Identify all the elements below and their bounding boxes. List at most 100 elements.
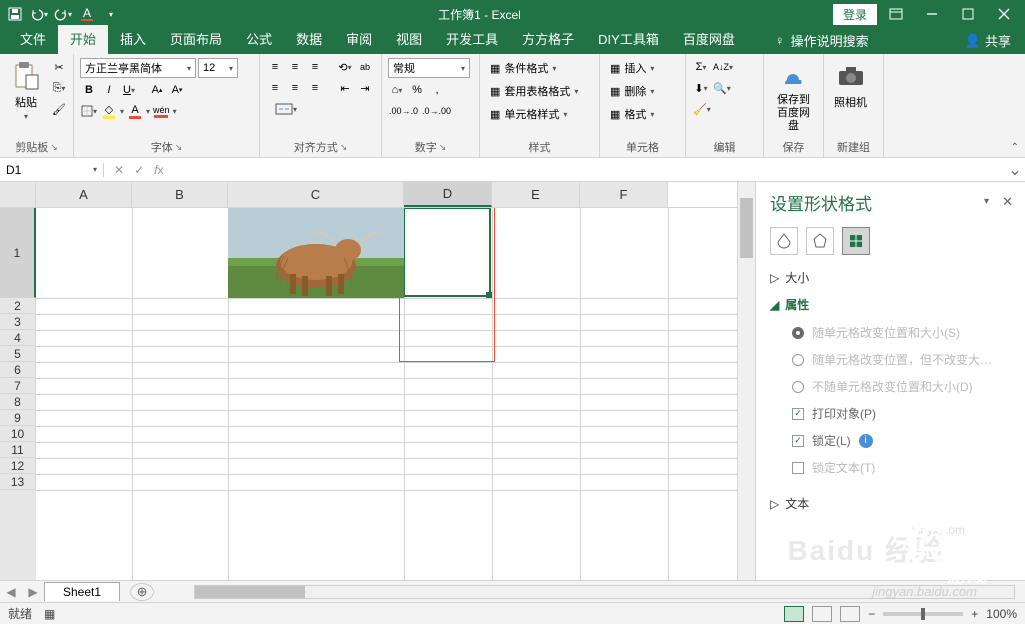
- section-properties[interactable]: ◢属性: [770, 296, 1011, 313]
- zoom-slider[interactable]: [883, 612, 963, 616]
- dialog-launcher-icon[interactable]: ↘: [175, 142, 183, 153]
- save-to-baidu-button[interactable]: 保存到 百度网盘: [770, 58, 817, 136]
- column-header[interactable]: F: [580, 182, 668, 207]
- opt-print[interactable]: ✓打印对象(P): [770, 400, 1011, 427]
- dialog-launcher-icon[interactable]: ↘: [340, 142, 348, 153]
- row-header[interactable]: 5: [0, 346, 36, 362]
- bold-button[interactable]: B: [80, 81, 98, 99]
- zoom-out-icon[interactable]: −: [868, 607, 875, 621]
- sheet-nav-prev-icon[interactable]: ◀: [0, 585, 22, 599]
- column-header[interactable]: A: [36, 182, 132, 207]
- align-center-icon[interactable]: ≡: [286, 79, 304, 97]
- cell-styles-button[interactable]: ▦单元格样式▾: [486, 104, 571, 124]
- menu-tab-视图[interactable]: 视图: [384, 25, 434, 54]
- clear-icon[interactable]: 🧹▾: [692, 100, 712, 118]
- sheet-nav-next-icon[interactable]: ▶: [22, 585, 44, 599]
- orientation-icon[interactable]: ⟲▾: [336, 58, 354, 76]
- opt-move-nosize[interactable]: 随单元格改变位置，但不改变大小(M): [770, 346, 1011, 373]
- row-header[interactable]: 6: [0, 362, 36, 378]
- menu-tab-开始[interactable]: 开始: [58, 25, 108, 54]
- normal-view-icon[interactable]: [784, 606, 804, 622]
- font-size-combo[interactable]: 12▾: [198, 58, 238, 78]
- camera-button[interactable]: 照相机: [830, 58, 871, 112]
- column-header[interactable]: E: [492, 182, 580, 207]
- vertical-scrollbar[interactable]: [737, 182, 755, 580]
- menu-tab-开发工具[interactable]: 开发工具: [434, 25, 510, 54]
- delete-cells-button[interactable]: ▦删除▾: [606, 81, 658, 101]
- row-header[interactable]: 2: [0, 298, 36, 314]
- embedded-picture[interactable]: [228, 208, 404, 298]
- row-header[interactable]: 8: [0, 394, 36, 410]
- section-text[interactable]: ▷文本: [770, 495, 1011, 512]
- menu-tab-数据[interactable]: 数据: [284, 25, 334, 54]
- row-header[interactable]: 4: [0, 330, 36, 346]
- align-right-icon[interactable]: ≡: [306, 79, 324, 97]
- fill-color-button[interactable]: ◇: [100, 102, 118, 120]
- menu-tab-审阅[interactable]: 审阅: [334, 25, 384, 54]
- ribbon-options-icon[interactable]: [879, 2, 913, 26]
- collapse-ribbon-icon[interactable]: ⌃: [1011, 142, 1019, 153]
- decrease-indent-icon[interactable]: ⇤: [336, 79, 354, 97]
- autosum-icon[interactable]: Σ▾: [692, 58, 710, 76]
- page-layout-view-icon[interactable]: [812, 606, 832, 622]
- number-format-combo[interactable]: 常规▾: [388, 58, 470, 78]
- align-middle-icon[interactable]: ≡: [286, 58, 304, 76]
- maximize-icon[interactable]: [951, 2, 985, 26]
- percent-format-icon[interactable]: %: [408, 81, 426, 99]
- copy-icon[interactable]: ⎘▾: [50, 79, 68, 97]
- column-header[interactable]: D: [404, 182, 492, 207]
- phonetic-button[interactable]: wén: [152, 102, 171, 120]
- pane-options-icon[interactable]: ▾: [984, 196, 989, 207]
- fx-icon[interactable]: fx: [154, 163, 163, 177]
- column-header[interactable]: B: [132, 182, 228, 207]
- horizontal-scrollbar[interactable]: [194, 585, 1015, 599]
- increase-decimal-icon[interactable]: .00→.0: [388, 102, 419, 120]
- pane-tab-fill-icon[interactable]: [770, 227, 798, 255]
- row-header[interactable]: 9: [0, 410, 36, 426]
- pane-tab-size-icon[interactable]: [842, 227, 870, 255]
- pane-close-icon[interactable]: ✕: [1002, 194, 1013, 210]
- font-color-qat-icon[interactable]: A: [76, 3, 98, 25]
- row-header[interactable]: 12: [0, 458, 36, 474]
- menu-tab-公式[interactable]: 公式: [234, 25, 284, 54]
- grow-font-button[interactable]: A▴: [148, 81, 166, 99]
- sheet-tab[interactable]: Sheet1: [44, 582, 120, 601]
- info-icon[interactable]: i: [859, 434, 873, 448]
- row-header[interactable]: 11: [0, 442, 36, 458]
- save-icon[interactable]: [4, 3, 26, 25]
- format-as-table-button[interactable]: ▦套用表格格式▾: [486, 81, 582, 101]
- dialog-launcher-icon[interactable]: ↘: [50, 142, 58, 153]
- insert-cells-button[interactable]: ▦插入▾: [606, 58, 658, 78]
- qat-customize-icon[interactable]: ▾: [100, 3, 122, 25]
- merge-cells-icon[interactable]: ▾: [266, 100, 306, 118]
- zoom-level[interactable]: 100%: [986, 607, 1017, 621]
- increase-indent-icon[interactable]: ⇥: [356, 79, 374, 97]
- comma-format-icon[interactable]: ,: [428, 81, 446, 99]
- page-break-view-icon[interactable]: [840, 606, 860, 622]
- align-bottom-icon[interactable]: ≡: [306, 58, 324, 76]
- minimize-icon[interactable]: [915, 2, 949, 26]
- align-left-icon[interactable]: ≡: [266, 79, 284, 97]
- opt-nomove-nosize[interactable]: 不随单元格改变位置和大小(D): [770, 373, 1011, 400]
- expand-formula-bar-icon[interactable]: ⌄: [1005, 160, 1025, 180]
- select-all-corner[interactable]: [0, 182, 36, 207]
- menu-tab-文件[interactable]: 文件: [8, 25, 58, 54]
- undo-icon[interactable]: ▾: [28, 3, 50, 25]
- opt-lock-text[interactable]: 锁定文本(T): [770, 454, 1011, 481]
- underline-button[interactable]: U▾: [120, 81, 138, 99]
- sort-filter-icon[interactable]: A↓Z▾: [712, 58, 734, 76]
- menu-tab-插入[interactable]: 插入: [108, 25, 158, 54]
- dialog-launcher-icon[interactable]: ↘: [439, 142, 447, 153]
- cut-icon[interactable]: ✂: [50, 58, 68, 76]
- section-size[interactable]: ▷大小: [770, 269, 1011, 286]
- row-header[interactable]: 7: [0, 378, 36, 394]
- shrink-font-button[interactable]: A▾: [168, 81, 186, 99]
- fill-icon[interactable]: ⬇▾: [692, 79, 710, 97]
- cancel-formula-icon[interactable]: ✕: [114, 163, 124, 177]
- italic-button[interactable]: I: [100, 81, 118, 99]
- pane-tab-effects-icon[interactable]: [806, 227, 834, 255]
- menu-tab-DIY工具箱[interactable]: DIY工具箱: [586, 25, 671, 54]
- row-header[interactable]: 3: [0, 314, 36, 330]
- login-button[interactable]: 登录: [833, 4, 877, 25]
- decrease-decimal-icon[interactable]: .0→.00: [421, 102, 452, 120]
